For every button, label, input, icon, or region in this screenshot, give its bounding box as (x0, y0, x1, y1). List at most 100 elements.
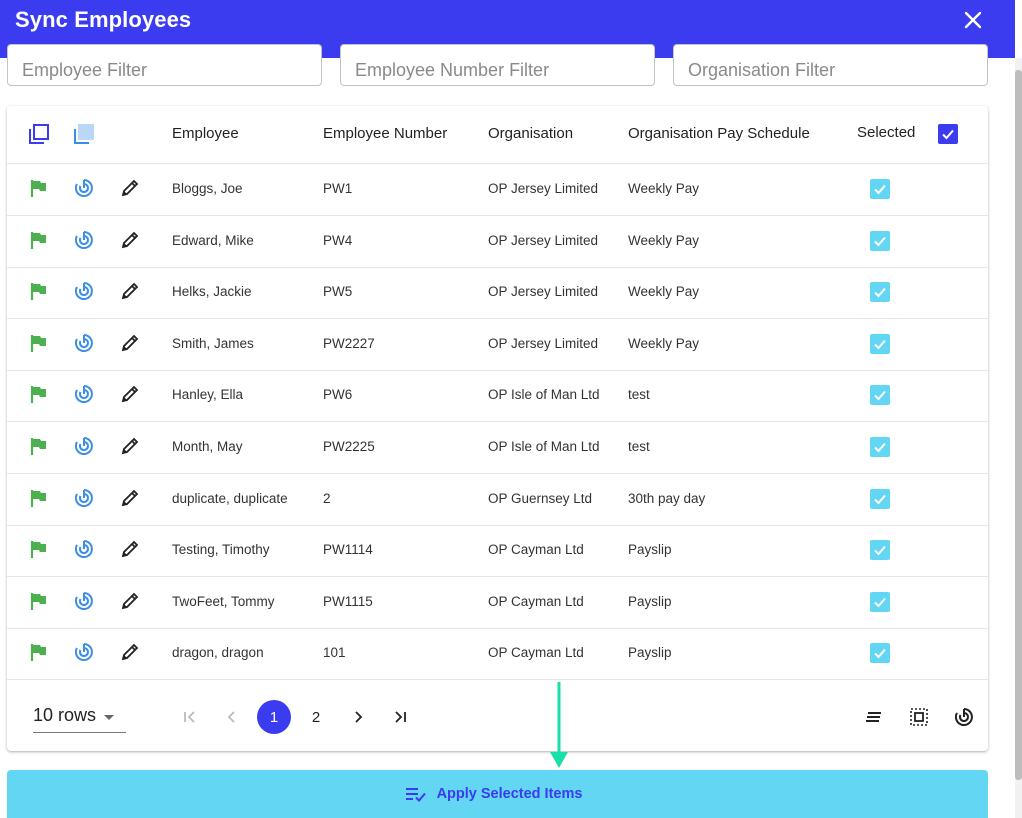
header-employee[interactable]: Employee (172, 125, 239, 142)
header-organisation[interactable]: Organisation (488, 125, 573, 142)
apply-selected-items-button[interactable]: Apply Selected Items (7, 770, 988, 818)
edit-button[interactable] (119, 487, 143, 511)
sync-row-button[interactable] (73, 487, 97, 511)
last-page-button[interactable] (383, 700, 417, 734)
chevron-left-icon (227, 711, 235, 723)
checkmark-icon (874, 494, 886, 505)
table-row[interactable]: Testing, Timothy PW1114 OP Cayman Ltd Pa… (7, 525, 988, 578)
flag-button[interactable] (28, 590, 52, 614)
employee-number-filter-input[interactable] (340, 44, 655, 86)
row-selected-checkbox[interactable] (870, 643, 890, 664)
organisation-filter-input[interactable] (673, 44, 988, 86)
edit-button[interactable] (119, 590, 143, 614)
row-selected-checkbox[interactable] (870, 488, 890, 509)
sync-row-button[interactable] (73, 332, 97, 356)
table-row[interactable]: Smith, James PW2227 OP Jersey Limited We… (7, 319, 988, 371)
page-button-2[interactable]: 2 (299, 700, 333, 734)
cell-employee-number: PW4 (323, 232, 353, 248)
flag-button[interactable] (28, 280, 52, 304)
sync-row-button[interactable] (73, 590, 97, 614)
previous-page-button[interactable] (215, 700, 249, 734)
table-row[interactable]: Month, May PW2225 OP Isle of Man Ltd tes… (7, 422, 988, 474)
edit-button[interactable] (119, 538, 143, 562)
edit-button[interactable] (119, 383, 143, 407)
select-all-checkbox[interactable] (938, 124, 958, 144)
sync-row-button[interactable] (73, 435, 97, 459)
edit-button[interactable] (119, 177, 143, 201)
row-selected-checkbox[interactable] (870, 282, 890, 303)
row-selected-checkbox[interactable] (870, 333, 890, 354)
flag-icon (30, 231, 46, 249)
edit-button[interactable] (119, 332, 143, 356)
cell-employee: Month, May (172, 439, 243, 454)
sync-icon (74, 179, 93, 197)
sync-icon (954, 708, 973, 726)
flag-button[interactable] (28, 332, 52, 356)
density-button[interactable] (863, 706, 885, 728)
header-employee-number[interactable]: Employee Number (323, 125, 447, 142)
table-row[interactable]: Hanley, Ella PW6 OP Isle of Man Ltd test (7, 370, 988, 423)
sync-row-button[interactable] (73, 538, 97, 562)
cell-employee-number: PW1114 (323, 542, 373, 558)
arrow-pointer-icon (550, 682, 568, 768)
scrollbar-thumb[interactable] (1015, 70, 1022, 780)
pencil-icon (121, 231, 139, 248)
rows-per-page-select[interactable]: 10 rows (33, 705, 126, 733)
flag-icon (30, 541, 46, 559)
filter-bar (7, 44, 988, 86)
close-button[interactable] (962, 9, 984, 31)
cell-pay-schedule: Weekly Pay (628, 232, 700, 248)
row-selected-checkbox[interactable] (870, 591, 890, 612)
flag-button[interactable] (28, 177, 52, 201)
next-page-button[interactable] (341, 700, 375, 734)
sync-button[interactable] (953, 706, 975, 728)
select-all-copy-button[interactable] (28, 123, 52, 147)
flag-button[interactable] (28, 487, 52, 511)
chevron-right-icon (355, 711, 363, 723)
sync-row-button[interactable] (73, 280, 97, 304)
flag-button[interactable] (28, 538, 52, 562)
cell-organisation: OP Isle of Man Ltd (488, 387, 600, 403)
sync-row-button[interactable] (73, 383, 97, 407)
cell-employee-number: PW5 (323, 284, 353, 300)
cell-pay-schedule: test (628, 439, 650, 454)
row-selected-checkbox[interactable] (870, 385, 890, 406)
edit-button[interactable] (119, 280, 143, 304)
deselect-all-copy-button[interactable] (73, 123, 97, 147)
cell-pay-schedule: test (628, 387, 650, 403)
table-row[interactable]: Edward, Mike PW4 OP Jersey Limited Weekl… (7, 216, 988, 268)
employee-filter-input[interactable] (7, 44, 322, 86)
table-row[interactable]: Helks, Jackie PW5 OP Jersey Limited Week… (7, 267, 988, 320)
flag-button[interactable] (28, 229, 52, 253)
select-area-button[interactable] (908, 706, 930, 728)
row-selected-checkbox[interactable] (870, 230, 890, 251)
sync-row-button[interactable] (73, 229, 97, 253)
flag-button[interactable] (28, 641, 52, 665)
edit-button[interactable] (119, 435, 143, 459)
flag-button[interactable] (28, 383, 52, 407)
cell-employee-number: PW1115 (323, 593, 373, 609)
sync-row-button[interactable] (73, 641, 97, 665)
header-selected[interactable]: Selected (857, 124, 915, 141)
select-area-icon (910, 708, 928, 726)
page-button-1[interactable]: 1 (257, 700, 291, 734)
row-selected-checkbox[interactable] (870, 437, 890, 457)
dropdown-arrow-icon (104, 715, 115, 720)
checkmark-icon (874, 391, 886, 401)
table-row[interactable]: dragon, dragon 101 OP Cayman Ltd Payslip (7, 628, 988, 681)
table-row[interactable]: duplicate, duplicate 2 OP Guernsey Ltd 3… (7, 474, 988, 526)
checkmark-icon (874, 339, 886, 350)
flag-button[interactable] (28, 435, 52, 459)
header-pay-schedule[interactable]: Organisation Pay Schedule (628, 125, 810, 142)
employees-table: Employee Employee Number Organisation Or… (7, 106, 988, 751)
first-page-button[interactable] (173, 700, 207, 734)
edit-button[interactable] (119, 641, 143, 665)
edit-button[interactable] (119, 229, 143, 253)
sync-row-button[interactable] (73, 177, 97, 201)
apply-selected-items-label: Apply Selected Items (436, 786, 583, 802)
flag-icon (30, 438, 46, 455)
row-selected-checkbox[interactable] (870, 540, 890, 561)
table-row[interactable]: Bloggs, Joe PW1 OP Jersey Limited Weekly… (7, 164, 988, 216)
table-row[interactable]: TwoFeet, Tommy PW1115 OP Cayman Ltd Pays… (7, 577, 988, 629)
row-selected-checkbox[interactable] (870, 179, 890, 199)
